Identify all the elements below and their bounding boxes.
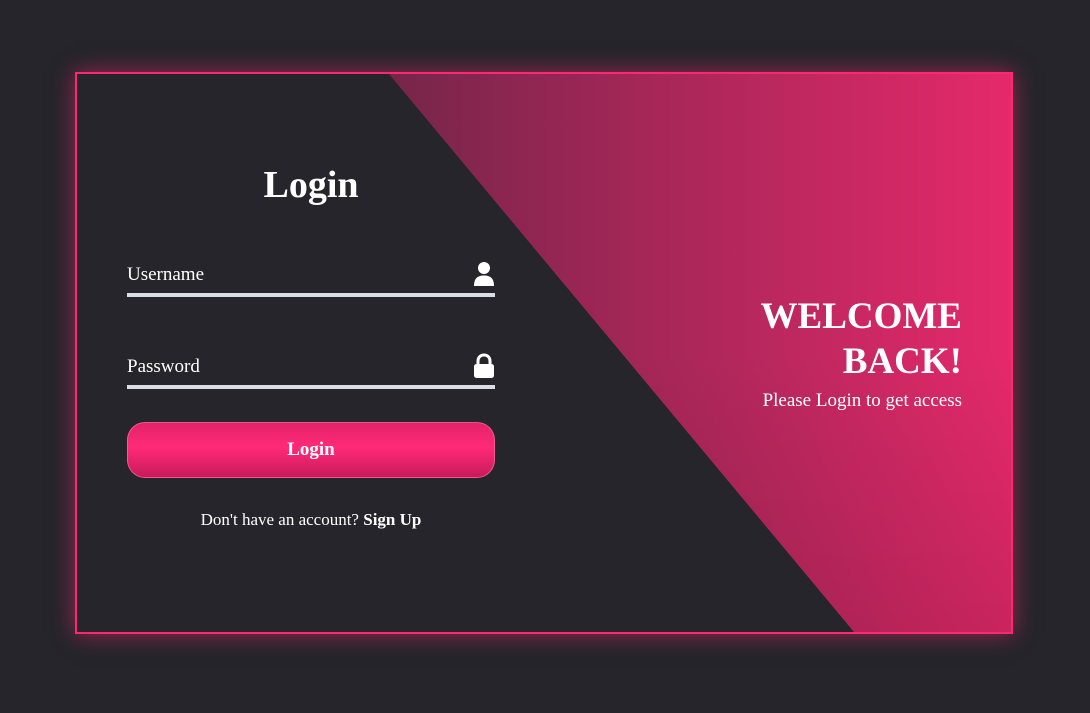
- form-title: Login: [263, 164, 359, 206]
- welcome-title: WELCOME BACK!: [662, 294, 962, 384]
- signup-link[interactable]: Sign Up: [363, 510, 421, 529]
- password-field-group: [127, 349, 495, 389]
- username-underline: [127, 293, 495, 297]
- password-input[interactable]: [127, 349, 457, 385]
- welcome-panel: WELCOME BACK! Please Login to get access: [662, 294, 962, 412]
- login-card: Login Login Don't have an: [75, 72, 1013, 634]
- welcome-title-line2: BACK!: [842, 341, 962, 382]
- username-input[interactable]: [127, 257, 457, 293]
- signup-prompt-text: Don't have an account?: [200, 510, 359, 529]
- login-form: Login Login Don't have an: [127, 74, 495, 632]
- lock-icon: [473, 353, 495, 379]
- user-icon: [473, 261, 495, 287]
- login-button[interactable]: Login: [127, 422, 495, 478]
- welcome-subtitle: Please Login to get access: [762, 390, 962, 411]
- username-field-group: [127, 257, 495, 297]
- password-underline: [127, 385, 495, 389]
- signup-prompt: Don't have an account? Sign Up: [127, 510, 495, 530]
- welcome-title-line1: WELCOME: [760, 296, 962, 337]
